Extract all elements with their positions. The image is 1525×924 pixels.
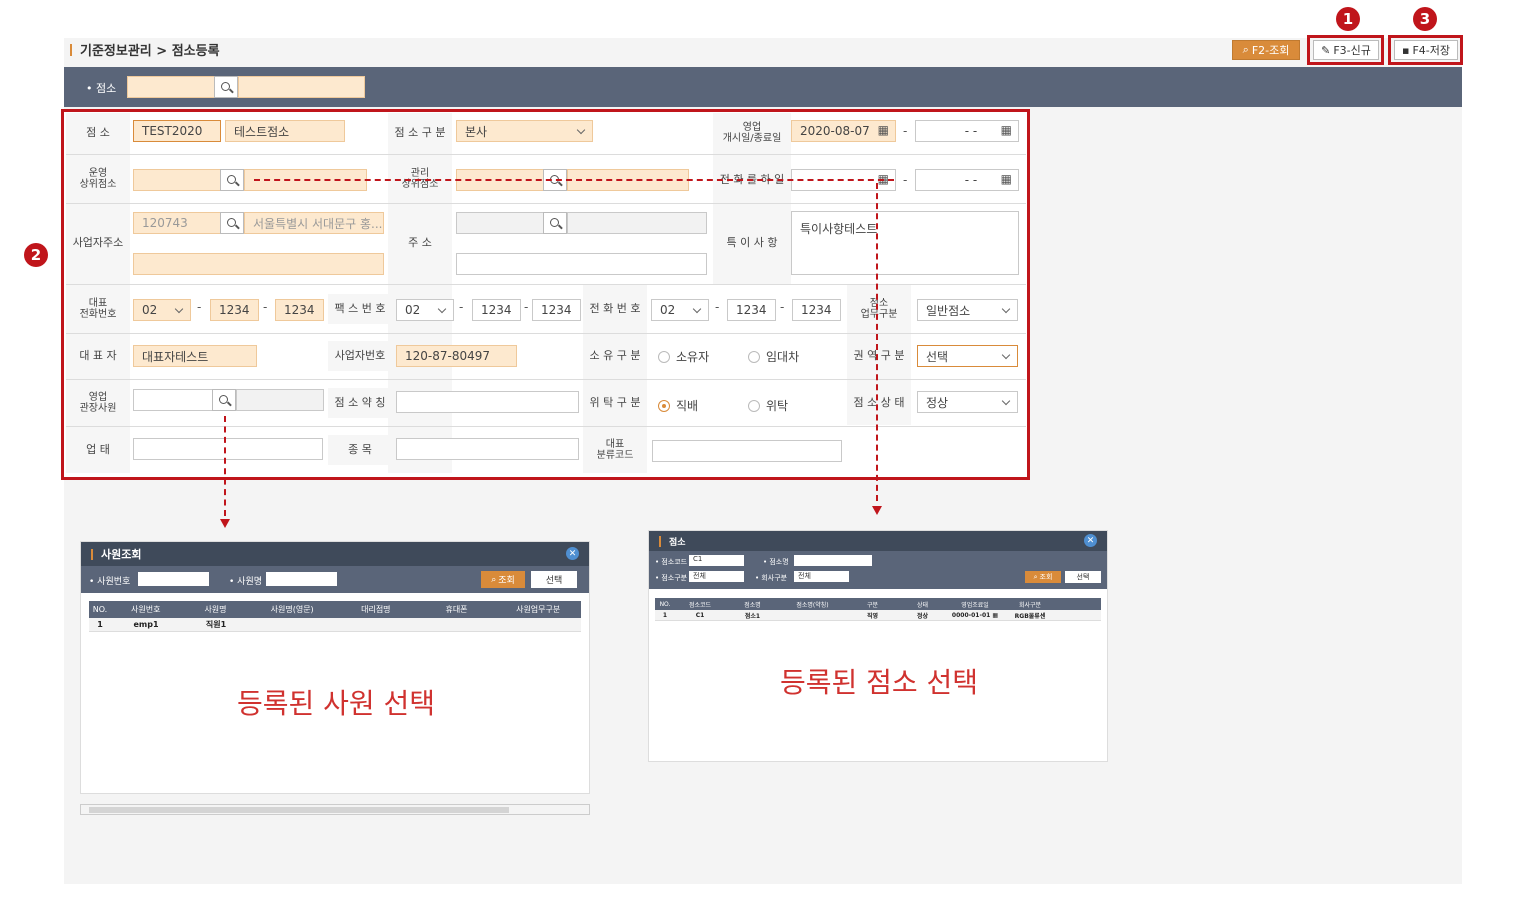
arrow-down-icon xyxy=(872,506,882,515)
store-search-popup: 점소 ✕ • 점소코드 C1 • 점소명 • 점소구분 전체 • 회사구분 전체… xyxy=(648,530,1108,762)
popup-title: 점소 xyxy=(669,537,686,548)
col-header: 회사구분 xyxy=(1018,601,1042,609)
emp-no-input[interactable] xyxy=(138,572,209,586)
cell: 0000-01-01 ▦ xyxy=(951,611,999,619)
store-table-header: NO. 점소코드 점소명 점소명(약칭) 구분 상태 영업조료일 회사구분 xyxy=(655,598,1101,610)
store-name-display xyxy=(238,76,365,98)
emp-no-label: • 사원번호 xyxy=(89,577,131,587)
cell: RGB물류센 xyxy=(1014,612,1046,620)
filter-label: • 점소명 xyxy=(763,558,789,566)
header-accent xyxy=(659,535,661,547)
col-header: 사원명 xyxy=(204,605,227,614)
popup-title: 사원조회 xyxy=(101,548,142,561)
cell: 직영 xyxy=(866,612,879,620)
search-label: 조회 xyxy=(498,576,515,586)
emp-search-button[interactable]: ⌕ 조회 xyxy=(481,571,525,588)
filter-label: • 점소코드 xyxy=(655,558,688,566)
store-search-button[interactable]: ⌕ 조회 xyxy=(1025,571,1061,583)
new-button-label: F3-신규 xyxy=(1333,44,1371,57)
col-header: 구분 xyxy=(866,601,879,609)
horizontal-scrollbar[interactable] xyxy=(80,804,590,815)
emp-table-header: NO. 사원번호 사원명 사원명(영문) 대리점명 휴대폰 사원업무구분 xyxy=(89,601,581,618)
search-label: • 점소 xyxy=(86,82,117,95)
marker-1: 1 xyxy=(1336,7,1360,31)
store-select-button[interactable]: 선택 xyxy=(1065,571,1101,583)
emp-select-button[interactable]: 선택 xyxy=(531,571,577,588)
col-header: 점소코드 xyxy=(688,601,712,609)
popup-search-bar: • 점소코드 C1 • 점소명 • 점소구분 전체 • 회사구분 전체 ⌕ 조회 … xyxy=(649,551,1107,589)
search-icon: ⌕ xyxy=(491,574,497,585)
popup-header: 점소 ✕ xyxy=(649,531,1107,551)
save-button-label: F4-저장 xyxy=(1412,44,1450,57)
close-icon[interactable]: ✕ xyxy=(1084,534,1097,547)
col-header: 점소명 xyxy=(744,601,761,609)
col-header: 상태 xyxy=(916,601,929,609)
col-header: 영업조료일 xyxy=(961,601,989,609)
breadcrumb-text: 기준정보관리 > 점소등록 xyxy=(80,44,220,59)
search-icon: ⌕ xyxy=(1242,43,1249,56)
company-type-filter[interactable]: 전체 xyxy=(794,571,849,582)
col-header: 사원번호 xyxy=(131,605,161,614)
col-header: NO. xyxy=(92,605,108,614)
connector-line xyxy=(254,179,894,181)
breadcrumb-accent xyxy=(70,43,72,56)
store-search-button[interactable] xyxy=(214,76,238,98)
emp-name-input[interactable] xyxy=(266,572,337,586)
arrow-down-icon xyxy=(220,519,230,528)
store-search-input[interactable] xyxy=(127,76,215,98)
edit-icon: ✎ xyxy=(1321,43,1331,57)
save-button[interactable]: ▪ F4-저장 xyxy=(1394,40,1458,60)
cell: 1 xyxy=(97,620,103,629)
header-accent xyxy=(91,548,93,560)
marker-2: 2 xyxy=(24,243,48,267)
close-icon[interactable]: ✕ xyxy=(566,547,579,560)
new-button[interactable]: ✎ F3-신규 xyxy=(1313,40,1379,60)
filter-label: • 점소구분 xyxy=(655,574,688,582)
store-code-filter[interactable]: C1 xyxy=(689,555,744,566)
emp-name-label: • 사원명 xyxy=(229,577,263,587)
cell: C1 xyxy=(695,611,705,619)
cell: 직원1 xyxy=(205,620,227,629)
highlight-form xyxy=(61,109,1030,480)
search-bar: • 점소 xyxy=(64,67,1462,107)
cell: 점소1 xyxy=(744,612,761,620)
search-label: 조회 xyxy=(1039,573,1053,581)
search-button-label: F2-조회 xyxy=(1251,44,1290,57)
breadcrumb: 기준정보관리 > 점소등록 xyxy=(70,40,220,59)
col-header: 점소명(약칭) xyxy=(796,601,829,609)
table-row[interactable]: 1 C1 점소1 직영 정상 0000-01-01 ▦ RGB물류센 xyxy=(655,610,1101,621)
col-header: 사원업무구분 xyxy=(516,605,561,614)
cell: emp1 xyxy=(133,620,159,629)
table-row[interactable]: 1 emp1 직원1 xyxy=(89,618,581,632)
popup-header: 사원조회 ✕ xyxy=(81,542,589,566)
cell: 1 xyxy=(662,611,668,619)
search-button[interactable]: ⌕ F2-조회 xyxy=(1232,40,1300,60)
col-header: NO. xyxy=(659,600,671,608)
popup-search-bar: • 사원번호 • 사원명 ⌕ 조회 선택 xyxy=(81,566,589,593)
col-header: 휴대폰 xyxy=(445,605,468,614)
store-caption: 등록된 점소 선택 xyxy=(779,666,979,699)
store-name-filter[interactable] xyxy=(794,555,872,566)
filter-label: • 회사구분 xyxy=(755,574,788,582)
scrollbar-thumb[interactable] xyxy=(89,807,509,813)
search-icon xyxy=(220,81,230,91)
employee-caption: 등록된 사원 선택 xyxy=(236,687,436,720)
connector-line xyxy=(224,416,226,516)
col-header: 대리점명 xyxy=(361,605,391,614)
col-header: 사원명(영문) xyxy=(270,605,314,614)
marker-3: 3 xyxy=(1413,7,1437,31)
store-type-filter[interactable]: 전체 xyxy=(689,571,744,582)
cell: 정상 xyxy=(916,612,929,620)
save-icon: ▪ xyxy=(1401,43,1410,57)
employee-search-popup: 사원조회 ✕ • 사원번호 • 사원명 ⌕ 조회 선택 NO. 사원번호 사원명 … xyxy=(80,541,590,794)
search-icon: ⌕ xyxy=(1033,572,1038,581)
connector-line xyxy=(876,183,878,501)
